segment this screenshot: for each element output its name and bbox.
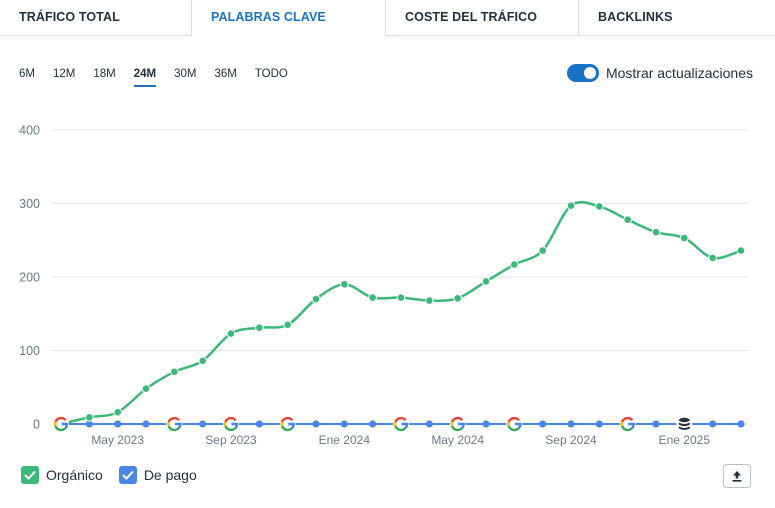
data-point-paid [312, 420, 320, 428]
range-todo[interactable]: TODO [246, 62, 297, 87]
range-36m[interactable]: 36M [205, 62, 245, 87]
data-point-organic [538, 246, 547, 255]
series-line-organic [60, 200, 742, 426]
data-point-paid [340, 420, 348, 428]
data-point-organic [198, 356, 207, 366]
updates-toggle[interactable] [566, 64, 599, 82]
range-30m[interactable]: 30M [165, 62, 205, 87]
legend-organic-label: Orgánico [46, 467, 103, 483]
legend-paid-label: De pago [143, 467, 197, 483]
data-point-organic [651, 227, 661, 237]
google-icon[interactable] [166, 416, 183, 432]
x-tick-label: Sep 2023 [205, 433, 257, 447]
data-point-organic [481, 277, 491, 286]
data-point-organic [396, 293, 406, 302]
data-point-organic [170, 367, 179, 377]
data-point-organic [255, 323, 264, 333]
paid-checkbox-icon[interactable] [118, 466, 137, 484]
data-point-organic [680, 233, 689, 243]
x-tick-label: May 2023 [91, 433, 144, 447]
google-icon[interactable] [223, 416, 239, 432]
x-tick-label: Sep 2024 [545, 433, 597, 447]
tab-coste-del-trafico[interactable]: COSTE DEL TRÁFICO [386, 0, 579, 36]
y-tick-label: 0 [33, 418, 40, 432]
google-icon[interactable] [449, 416, 466, 432]
legend-organic[interactable]: Orgánico [21, 466, 103, 484]
google-icon[interactable] [53, 416, 69, 432]
data-point-paid [142, 420, 150, 428]
data-point-organic [368, 293, 377, 302]
data-point-organic [623, 215, 632, 224]
google-icon[interactable] [619, 416, 636, 432]
data-point-paid [114, 420, 122, 428]
data-point-organic [453, 294, 462, 303]
y-tick-label: 300 [19, 197, 40, 211]
range-24m[interactable]: 24M [125, 62, 165, 87]
data-point-organic [311, 294, 321, 304]
y-tick-label: 200 [19, 271, 40, 285]
keywords-line-chart: 400 300 200 100 0 May 2023 Sep 2023 Ene 2024 May… [19, 124, 748, 447]
data-point-organic [85, 413, 94, 422]
updates-toggle-group: Mostrar actualizaciones [566, 64, 753, 82]
legend-paid[interactable]: De pago [118, 466, 197, 484]
tab-backlinks[interactable]: BACKLINKS [579, 0, 775, 36]
data-point-paid [652, 420, 660, 428]
data-point-paid [737, 420, 745, 428]
y-tick-label: 100 [19, 344, 40, 358]
data-point-organic [113, 407, 122, 417]
data-point-organic [708, 253, 717, 263]
data-point-paid [595, 420, 603, 428]
x-tick-label: May 2024 [431, 433, 484, 447]
x-tick-label: Ene 2025 [659, 433, 711, 447]
data-point-paid [369, 420, 377, 428]
google-icon[interactable] [393, 416, 409, 432]
google-icon[interactable] [279, 416, 296, 432]
tab-palabras-clave[interactable]: PALABRAS CLAVE [192, 0, 386, 36]
data-point-organic [595, 202, 604, 211]
updates-toggle-label: Mostrar actualizaciones [605, 65, 753, 81]
database-icon[interactable] [676, 416, 693, 432]
data-point-organic [566, 201, 576, 211]
data-point-organic [340, 280, 349, 289]
data-point-organic [226, 329, 236, 338]
data-point-organic [283, 320, 292, 330]
chart-legend: Orgánico De pago [21, 466, 197, 484]
export-button[interactable] [723, 464, 751, 488]
organic-checkbox-icon[interactable] [21, 466, 39, 484]
range-18m[interactable]: 18M [84, 62, 124, 87]
range-12m[interactable]: 12M [44, 62, 84, 87]
data-point-paid [539, 420, 547, 428]
upload-icon [732, 471, 742, 482]
data-point-organic [425, 296, 434, 305]
tab-trafico-total[interactable]: TRÁFICO TOTAL [0, 0, 192, 36]
range-selector: 6M 12M 18M 24M 30M 36M TODO [10, 62, 297, 87]
y-tick-label: 400 [19, 124, 40, 138]
google-icon[interactable] [506, 416, 523, 432]
data-point-paid [199, 420, 207, 428]
data-point-paid [482, 420, 490, 428]
data-point-paid [255, 420, 263, 428]
data-point-organic [510, 260, 519, 269]
metric-tabs: TRÁFICO TOTAL PALABRAS CLAVE COSTE DEL T… [0, 0, 775, 36]
tab-palabras-clave-label: PALABRAS CLAVE [211, 10, 326, 24]
data-point-paid [709, 420, 717, 428]
x-tick-label: Ene 2024 [319, 433, 371, 447]
data-point-paid [425, 420, 433, 428]
toggle-knob [583, 67, 596, 79]
data-point-paid [567, 420, 575, 428]
data-point-organic [736, 246, 746, 255]
data-point-organic [141, 384, 151, 394]
range-6m[interactable]: 6M [10, 62, 44, 87]
